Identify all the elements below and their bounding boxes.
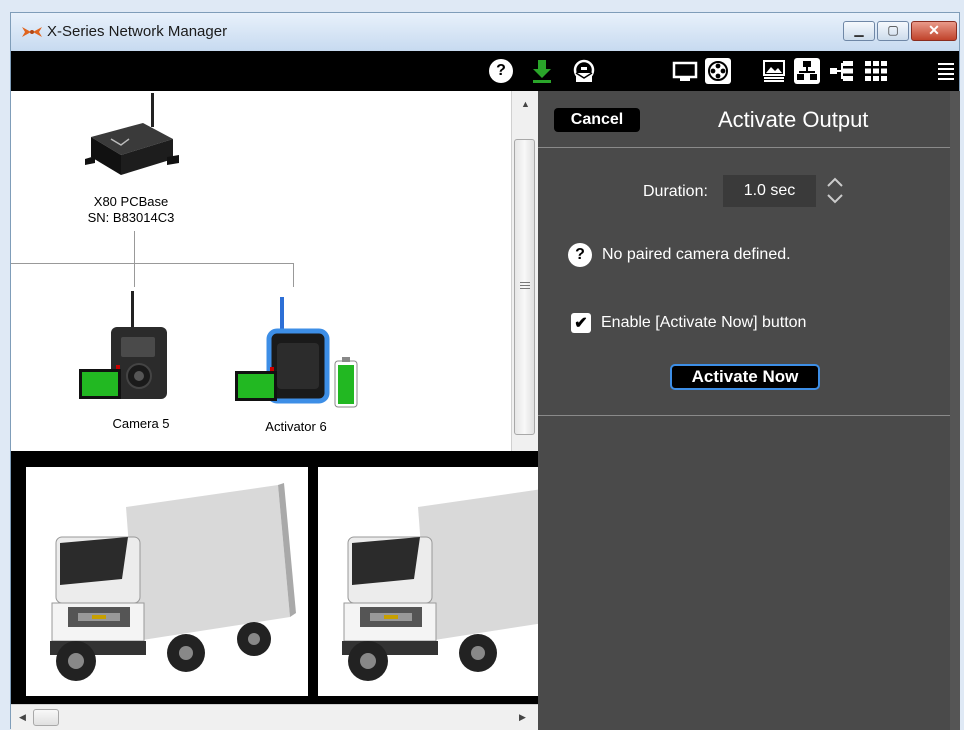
minimize-button[interactable]: ▁	[843, 21, 875, 41]
title-bar: X-Series Network Manager ▁ ▢ ✕	[11, 13, 959, 51]
network-view-button[interactable]	[793, 58, 821, 84]
duration-field[interactable]: 1.0 sec	[723, 175, 816, 207]
pcbase-serial-label: SN: B83014C3	[87, 210, 175, 225]
horizontal-scroll-thumb[interactable]	[33, 709, 59, 726]
duration-spinner[interactable]	[824, 173, 846, 209]
grip-icon	[520, 282, 530, 289]
close-icon: ✕	[928, 22, 940, 38]
image-thumbnail[interactable]	[318, 467, 538, 696]
film-reel-button[interactable]	[704, 58, 732, 84]
help-button[interactable]: ?	[489, 59, 513, 83]
panel-divider	[538, 415, 950, 416]
scroll-up-icon[interactable]: ▲	[521, 99, 530, 109]
enable-activate-now-option[interactable]: ✔ Enable [Activate Now] button	[571, 313, 806, 333]
film-reel-icon	[705, 58, 731, 84]
network-icon	[794, 58, 820, 84]
panel-divider	[538, 147, 950, 148]
tree-connector	[293, 263, 294, 287]
tree-connector	[134, 263, 135, 287]
scroll-left-icon[interactable]: ◀	[19, 712, 26, 723]
activate-now-button[interactable]: Activate Now	[670, 364, 820, 390]
app-logo-icon	[22, 27, 42, 37]
activate-output-panel: Cancel Activate Output Duration: 1.0 sec…	[538, 91, 950, 730]
help-icon: ?	[489, 59, 513, 83]
pcbase-device-icon[interactable]	[81, 93, 181, 189]
monitor-button[interactable]	[671, 59, 699, 83]
app-window: X-Series Network Manager ▁ ▢ ✕ ? X80 PCB…	[10, 12, 960, 730]
network-tree-pane: X80 PCBase SN: B83014C3 Camera 5 Activat…	[11, 91, 538, 730]
pairing-info: ? No paired camera defined.	[568, 243, 791, 267]
vertical-scrollbar[interactable]: ▲	[511, 91, 538, 451]
activator-device-icon[interactable]	[231, 291, 361, 416]
download-button[interactable]	[529, 59, 555, 83]
download-icon	[533, 60, 551, 83]
pcbase-name-label: X80 PCBase	[93, 194, 169, 209]
tree-connector	[134, 231, 135, 264]
menu-icon	[938, 63, 954, 80]
tree-icon	[830, 61, 853, 81]
cancel-button[interactable]: Cancel	[554, 108, 640, 132]
close-button[interactable]: ✕	[911, 21, 957, 41]
window-title: X-Series Network Manager	[47, 23, 228, 40]
pairing-info-text: No paired camera defined.	[602, 246, 791, 263]
tree-canvas: X80 PCBase SN: B83014C3 Camera 5 Activat…	[11, 91, 511, 451]
horizontal-scrollbar[interactable]: ◀ ▶	[11, 704, 538, 730]
camera-device-icon[interactable]	[75, 287, 175, 407]
monitor-icon	[672, 61, 698, 81]
minimize-icon: ▁	[854, 23, 864, 37]
info-icon: ?	[568, 243, 592, 267]
panel-edge-strip	[950, 91, 960, 730]
maximize-icon: ▢	[887, 23, 899, 37]
menu-button[interactable]	[935, 59, 957, 83]
scroll-right-icon[interactable]: ▶	[519, 712, 526, 723]
vertical-scroll-thumb[interactable]	[514, 139, 535, 435]
tree-connector	[11, 263, 294, 264]
duration-label: Duration:	[643, 183, 708, 200]
spinner-up-icon[interactable]	[826, 177, 844, 188]
enable-activate-now-checkbox[interactable]: ✔	[571, 313, 591, 333]
image-thumbnail[interactable]	[26, 467, 308, 696]
device-label-camera: Camera 5	[112, 416, 170, 431]
truck-image	[342, 489, 538, 681]
email-icon	[573, 59, 595, 82]
enable-activate-now-label[interactable]: Enable [Activate Now] button	[601, 314, 806, 332]
tree-view-button[interactable]	[829, 59, 855, 83]
panel-title: Activate Output	[718, 107, 869, 132]
maximize-button[interactable]: ▢	[877, 21, 909, 41]
spinner-down-icon[interactable]	[826, 193, 844, 204]
image-list-icon	[763, 60, 785, 82]
email-button[interactable]	[571, 59, 597, 83]
grid-icon	[865, 61, 887, 81]
grid-view-button[interactable]	[863, 59, 889, 83]
image-thumbnail-strip	[11, 451, 538, 704]
device-label-activator: Activator 6	[265, 419, 327, 434]
image-list-button[interactable]	[761, 59, 787, 83]
truck-image	[50, 483, 296, 681]
toolbar: ?	[11, 51, 959, 91]
